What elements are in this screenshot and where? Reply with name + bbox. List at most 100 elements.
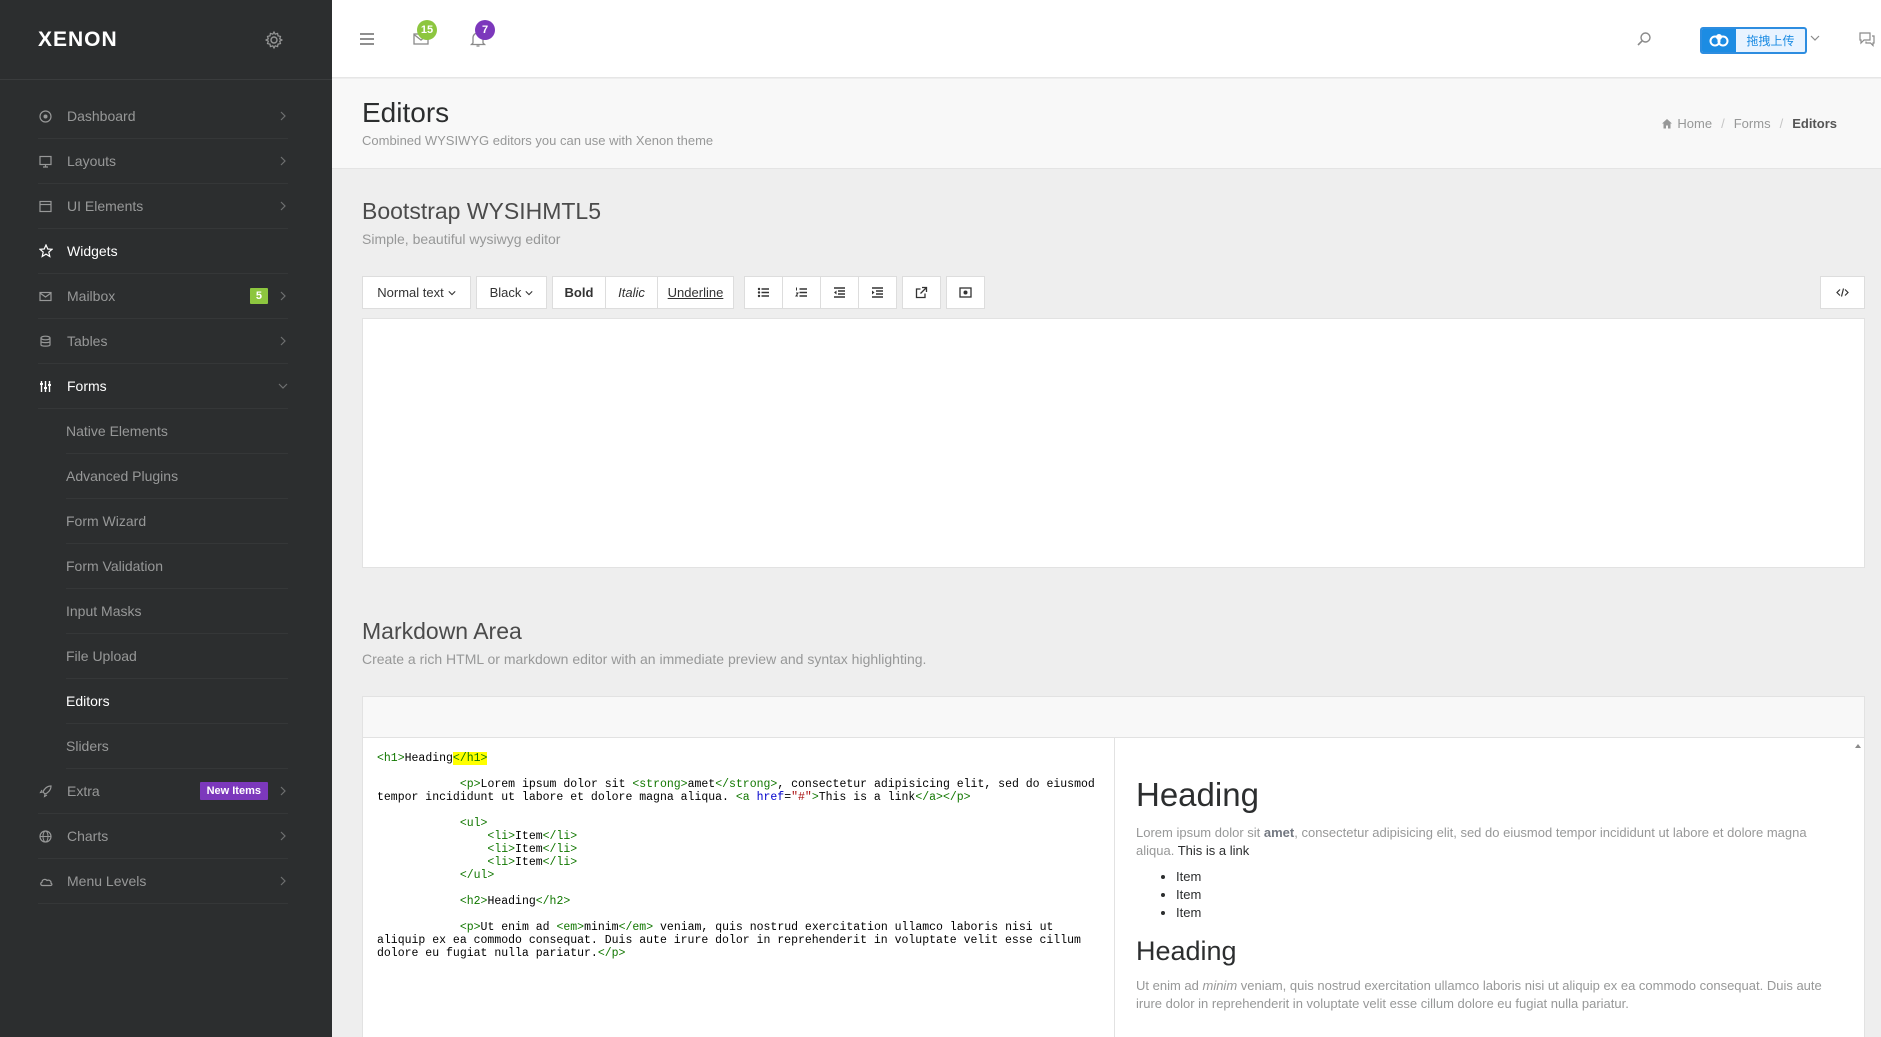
outdent-button[interactable]	[820, 276, 859, 309]
text-style-dropdown[interactable]: Normal text	[362, 276, 471, 309]
code-token: </h2>	[535, 895, 571, 908]
monitor-icon	[38, 154, 53, 169]
cloud-icon	[38, 874, 53, 889]
baidu-cloud-icon	[1702, 29, 1736, 52]
submenu-item-native-elements[interactable]: Native Elements	[66, 409, 288, 454]
submenu-item-form-wizard[interactable]: Form Wizard	[66, 499, 288, 544]
wysihtml-editor-area[interactable]	[362, 318, 1865, 568]
sidebar-item-extra[interactable]: Extra New Items	[38, 769, 288, 814]
chevron-right-icon	[280, 831, 286, 841]
bold-button[interactable]: Bold	[552, 276, 606, 309]
mailbox-badge: 5	[249, 288, 268, 304]
chevron-down-icon[interactable]	[1810, 33, 1820, 43]
page-title-bar: Editors Combined WYSIWYG editors you can…	[332, 79, 1881, 169]
topbar: 15 7 拖拽上传	[332, 0, 1881, 78]
code-token: Heading	[487, 895, 536, 908]
rocket-icon	[38, 784, 53, 799]
preview-link[interactable]: This is a link	[1178, 843, 1250, 858]
sidebar-item-forms[interactable]: Forms	[38, 364, 288, 409]
dashboard-icon	[38, 109, 53, 124]
code-token: </li>	[542, 843, 578, 856]
notifications-count-badge: 7	[475, 20, 495, 40]
breadcrumb-separator: /	[1721, 116, 1725, 131]
database-icon	[38, 334, 53, 349]
code-token: </ul>	[459, 869, 495, 882]
code-token: Lorem ipsum dolor sit	[480, 778, 633, 791]
sidebar-item-mailbox[interactable]: Mailbox 5	[38, 274, 288, 319]
chevron-right-icon	[280, 786, 286, 796]
code-token: <p>	[459, 778, 481, 791]
markdown-preview-pane: Heading Lorem ipsum dolor sit amet, cons…	[1116, 738, 1864, 1037]
breadcrumb: Home / Forms / Editors	[1661, 116, 1837, 131]
breadcrumb-forms[interactable]: Forms	[1734, 116, 1771, 131]
gear-icon[interactable]	[264, 30, 284, 50]
code-token: <a	[735, 791, 757, 804]
insert-image-button[interactable]	[946, 276, 985, 309]
breadcrumb-current: Editors	[1792, 116, 1837, 131]
search-icon[interactable]	[1635, 30, 1653, 48]
chevron-right-icon	[280, 156, 286, 166]
code-token: <li>	[487, 856, 516, 869]
sidebar-header: XENON	[0, 0, 332, 80]
preview-list: Item Item Item	[1176, 868, 1844, 922]
indent-button[interactable]	[858, 276, 897, 309]
drag-upload-button[interactable]: 拖拽上传	[1700, 27, 1807, 54]
code-token: "#"	[791, 791, 812, 804]
chat-bubbles-icon[interactable]	[1858, 30, 1876, 48]
list-ol-icon	[795, 287, 807, 297]
code-token: </li>	[542, 830, 578, 843]
outdent-icon	[834, 287, 845, 298]
submenu-item-sliders[interactable]: Sliders	[66, 724, 288, 769]
sidebar-item-label: Dashboard	[67, 108, 136, 124]
insert-link-button[interactable]	[902, 276, 941, 309]
submenu-item-input-masks[interactable]: Input Masks	[66, 589, 288, 634]
sidebar-item-label: Tables	[67, 333, 108, 349]
home-icon	[1662, 119, 1673, 129]
submenu-item-advanced-plugins[interactable]: Advanced Plugins	[66, 454, 288, 499]
submenu-item-form-validation[interactable]: Form Validation	[66, 544, 288, 589]
code-token: href	[756, 791, 785, 804]
code-icon	[1836, 288, 1849, 297]
mail-icon	[38, 289, 53, 304]
preview-list-item: Item	[1176, 904, 1844, 922]
code-token: <h2>	[459, 895, 488, 908]
submenu-item-file-upload[interactable]: File Upload	[66, 634, 288, 679]
unordered-list-button[interactable]	[744, 276, 783, 309]
sidebar-item-label: Forms	[67, 378, 107, 394]
italic-button[interactable]: Italic	[605, 276, 658, 309]
sidebar-item-widgets[interactable]: Widgets	[38, 229, 288, 274]
code-token: >	[811, 791, 819, 804]
markdown-code-pane[interactable]: <h1>Heading</h1> <p>Lorem ipsum dolor si…	[363, 738, 1115, 1037]
page-title: Editors	[362, 97, 450, 128]
sidebar-item-menu-levels[interactable]: Menu Levels	[38, 859, 288, 904]
logo[interactable]: XENON	[38, 28, 118, 52]
preview-text: Lorem ipsum dolor sit	[1136, 825, 1264, 840]
sidebar-item-layouts[interactable]: Layouts	[38, 139, 288, 184]
sidebar-item-ui-elements[interactable]: UI Elements	[38, 184, 288, 229]
color-dropdown[interactable]: Black	[476, 276, 547, 309]
ordered-list-button[interactable]	[782, 276, 821, 309]
chevron-right-icon	[280, 291, 286, 301]
sidebar-item-label: UI Elements	[67, 198, 144, 214]
markdown-title: Markdown Area	[362, 618, 522, 644]
html-source-button[interactable]	[1820, 276, 1865, 309]
scroll-up-arrow-icon[interactable]	[1854, 742, 1862, 750]
code-token: <ul>	[459, 817, 488, 830]
underline-button[interactable]: Underline	[657, 276, 734, 309]
breadcrumb-home[interactable]: Home	[1661, 116, 1712, 131]
new-items-badge: New Items	[199, 782, 268, 800]
upload-label: 拖拽上传	[1746, 34, 1795, 48]
markdown-toolbar	[362, 696, 1865, 738]
sidebar-item-tables[interactable]: Tables	[38, 319, 288, 364]
star-icon	[38, 244, 53, 259]
sidebar: XENON Dashboard Layouts UI Elements Widg…	[0, 0, 332, 1037]
submenu-item-editors[interactable]: Editors	[66, 679, 288, 724]
code-token: <li>	[487, 830, 516, 843]
markdown-description: Create a rich HTML or markdown editor wi…	[362, 651, 927, 667]
text-style-label: Normal text	[377, 285, 444, 300]
sidebar-item-dashboard[interactable]: Dashboard	[38, 94, 288, 139]
chevron-right-icon	[280, 111, 286, 121]
hamburger-menu-icon[interactable]	[358, 30, 376, 48]
sidebar-item-charts[interactable]: Charts	[38, 814, 288, 859]
sidebar-item-label: Charts	[67, 828, 109, 844]
